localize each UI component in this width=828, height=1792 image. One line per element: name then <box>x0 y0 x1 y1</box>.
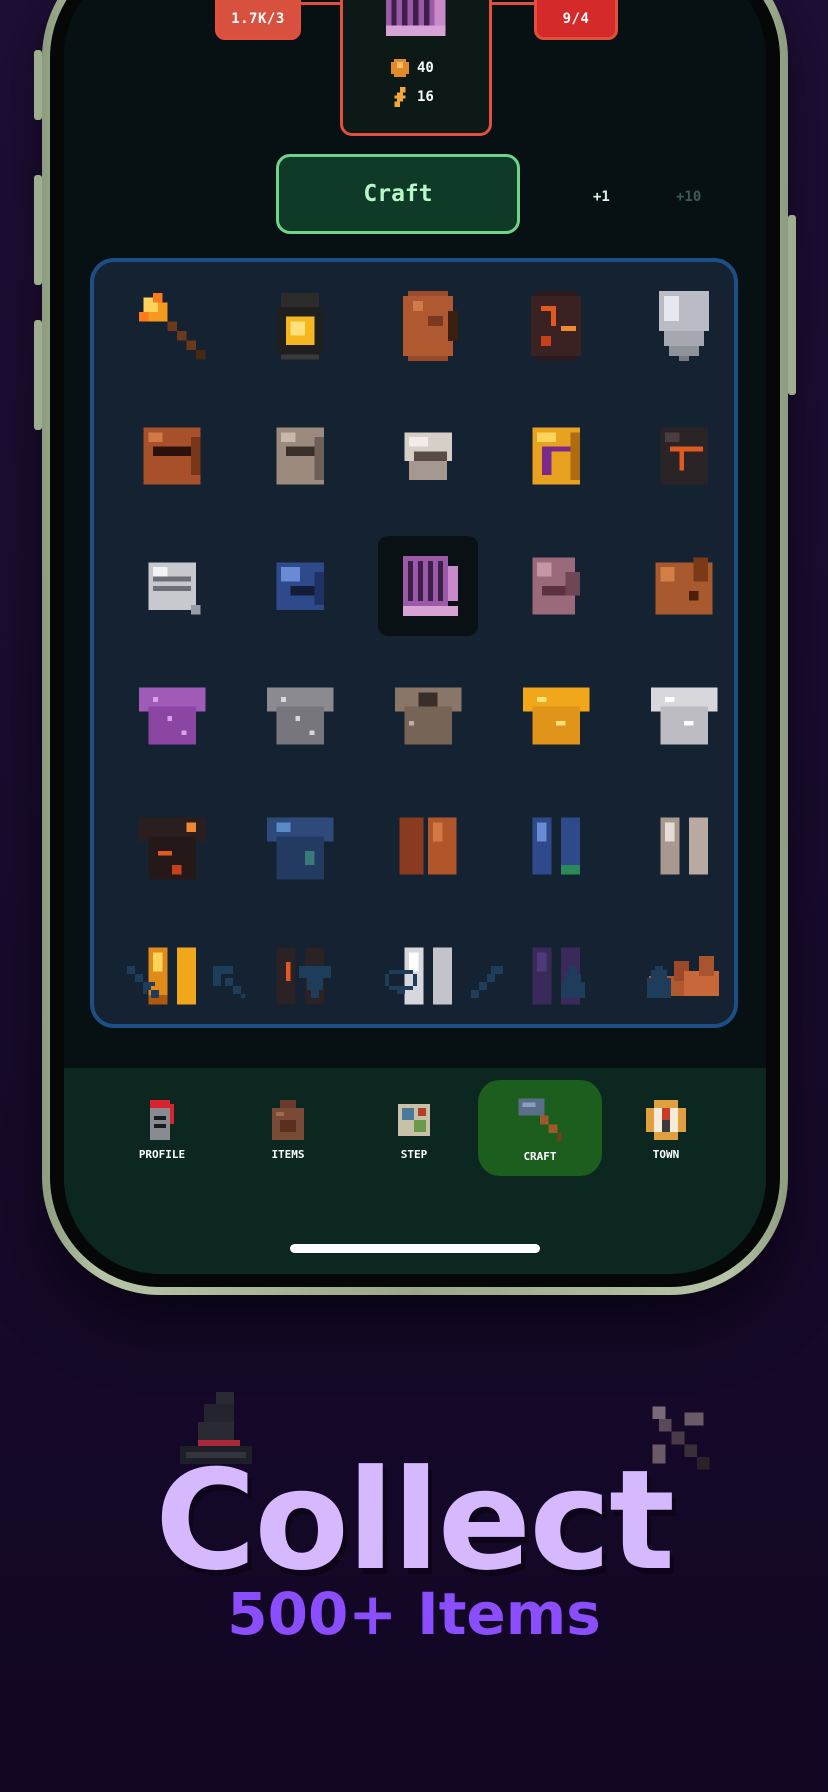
ingredient-count: 1.7K/3 <box>231 11 285 27</box>
ingredient-card-ingot[interactable]: 9/4 <box>534 0 618 40</box>
ingredient-card-coal[interactable]: 1.7K/3 <box>215 0 301 40</box>
quantity-plus-one[interactable]: +1 <box>593 189 610 205</box>
item-cell[interactable] <box>122 406 222 506</box>
hammer-icon <box>518 1097 562 1142</box>
steel-visor-helm-icon <box>148 562 201 615</box>
coin-icon <box>391 59 409 77</box>
item-cell[interactable] <box>250 796 350 896</box>
item-cell[interactable] <box>634 536 734 636</box>
phone-side-button <box>34 50 42 120</box>
coin-cost: 40 <box>417 60 434 76</box>
item-cell[interactable] <box>634 406 734 506</box>
item-cell[interactable] <box>378 406 478 506</box>
item-cell[interactable] <box>634 666 734 766</box>
headline: Collect <box>154 1440 675 1601</box>
item-cell[interactable] <box>250 276 350 376</box>
sapphire-armor-icon <box>266 817 334 880</box>
item-cell[interactable] <box>506 406 606 506</box>
item-cell[interactable] <box>250 666 350 766</box>
recipe-connector <box>486 2 534 5</box>
wand-icon[interactable] <box>465 960 509 1004</box>
bronze-helm-icon <box>143 427 201 485</box>
silver-helm-icon <box>404 432 452 480</box>
tab-step[interactable]: STEP <box>352 1080 476 1176</box>
obsidian-helm-icon <box>660 427 708 485</box>
item-cell[interactable] <box>250 536 350 636</box>
iron-helm-icon <box>276 427 324 485</box>
rose-helm-icon <box>532 557 580 615</box>
anvil-icon[interactable] <box>293 960 337 1004</box>
wooden-shield-icon <box>403 291 458 361</box>
quantity-plus-ten[interactable]: +10 <box>676 189 701 205</box>
item-cell-selected[interactable] <box>378 536 478 636</box>
energy-cost: 16 <box>417 89 434 105</box>
item-cell[interactable] <box>378 276 478 376</box>
copper-greaves-icon <box>399 817 457 875</box>
phone-side-button <box>788 215 796 395</box>
item-cell[interactable] <box>122 536 222 636</box>
tab-label: STEP <box>400 1147 428 1161</box>
golden-helm-icon <box>532 427 580 485</box>
tab-label: ITEMS <box>271 1147 305 1161</box>
tab-items[interactable]: ITEMS <box>226 1080 350 1176</box>
item-cell[interactable] <box>634 796 734 896</box>
home-indicator <box>290 1244 540 1253</box>
magma-armor-icon <box>138 817 206 880</box>
item-cell[interactable] <box>506 796 606 896</box>
item-cell[interactable] <box>506 666 606 766</box>
craft-result-card: 40 16 <box>340 0 492 136</box>
lantern-icon <box>276 292 324 360</box>
tab-label: PROFILE <box>138 1147 186 1161</box>
magma-shield-icon <box>531 291 581 361</box>
golden-chainmail-icon <box>522 687 590 745</box>
tab-label: TOWN <box>652 1147 680 1161</box>
item-cell[interactable] <box>122 796 222 896</box>
item-cell[interactable] <box>634 276 734 376</box>
tab-craft[interactable]: CRAFT <box>478 1080 602 1176</box>
item-cell[interactable] <box>122 666 222 766</box>
sword-icon[interactable] <box>121 960 165 1004</box>
copper-helm-icon <box>655 557 713 615</box>
app-screen: 1.7K/3 9/4 40 16 Craft +1 +10 PROFILE IT… <box>64 0 766 1274</box>
backpack-icon <box>272 1099 304 1140</box>
purple-greathelm-icon <box>403 556 458 616</box>
iron-chainmail-icon <box>266 687 334 745</box>
sapphire-helm-icon <box>276 562 324 610</box>
tab-town[interactable]: TOWN <box>604 1080 728 1176</box>
craft-button[interactable]: Craft <box>276 154 520 234</box>
potion-icon[interactable] <box>551 960 595 1004</box>
ring-icon[interactable] <box>379 960 423 1004</box>
purple-greathelm-icon <box>385 0 446 37</box>
coal-ore-icon <box>235 0 281 3</box>
silver-chainmail-icon <box>650 687 718 745</box>
tab-profile[interactable]: PROFILE <box>100 1080 224 1176</box>
knight-helmet-icon <box>150 1099 174 1140</box>
item-grid <box>90 258 738 1028</box>
item-cell[interactable] <box>506 276 606 376</box>
recipe-connector <box>295 2 340 5</box>
bag-icon[interactable] <box>637 960 681 1004</box>
phone-side-button <box>34 175 42 285</box>
purple-ingot-icon <box>553 0 599 3</box>
item-cell[interactable] <box>378 796 478 896</box>
torch-icon <box>138 292 206 360</box>
ingredient-count: 9/4 <box>562 11 590 27</box>
silver-greaves-icon <box>660 817 708 875</box>
compass-icon <box>646 1099 686 1140</box>
sapphire-greaves-icon <box>532 817 580 875</box>
phone-side-button <box>34 320 42 430</box>
steel-shield-icon <box>659 291 709 361</box>
map-icon <box>398 1103 430 1136</box>
item-cell[interactable] <box>378 666 478 766</box>
item-cell[interactable] <box>250 406 350 506</box>
subheadline: 500+ Items <box>227 1580 601 1648</box>
pickaxe-icon[interactable] <box>207 960 251 1004</box>
item-cell[interactable] <box>506 536 606 636</box>
item-cell[interactable] <box>122 276 222 376</box>
amethyst-chainmail-icon <box>138 687 206 745</box>
energy-icon <box>394 87 406 107</box>
bronze-chainmail-icon <box>394 687 462 745</box>
tab-label: CRAFT <box>523 1149 557 1163</box>
